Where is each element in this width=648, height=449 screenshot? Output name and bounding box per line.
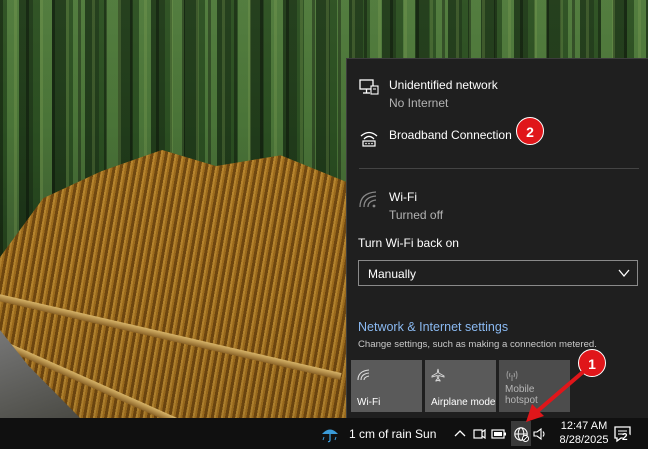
clock-time[interactable]: 12:47 AM: [560, 420, 608, 432]
tile-label: Airplane mode: [431, 397, 496, 408]
network-item-broadband[interactable]: Broadband Connection: [347, 115, 648, 161]
ethernet-monitor-icon: [359, 79, 379, 95]
chevron-down-icon: [618, 269, 630, 278]
wifi-icon: [357, 369, 370, 381]
tile-label: Mobile hotspot: [505, 384, 538, 406]
network-settings-description: Change settings, such as making a connec…: [358, 339, 597, 350]
notification-count: 2: [622, 432, 628, 443]
network-item-wifi[interactable]: Wi-Fi Turned off: [347, 177, 648, 223]
notification-center-button[interactable]: 2: [613, 424, 633, 444]
network-item-unidentified[interactable]: Unidentified network No Internet: [347, 65, 648, 111]
hotspot-icon: [506, 370, 518, 381]
wallpaper-grass: [0, 150, 360, 418]
flyout-separator: [359, 168, 639, 169]
globe-icon: [514, 427, 529, 442]
taskbar: 1 cm of rain Sun 12:47 AM 8/28/2025 2: [0, 418, 648, 449]
tile-mobile-hotspot[interactable]: Mobile hotspot: [499, 360, 570, 412]
network-status: No Internet: [389, 96, 449, 110]
volume-icon[interactable]: [532, 426, 548, 442]
network-name: Unidentified network: [389, 78, 498, 92]
airplane-icon: [431, 368, 445, 382]
dialup-icon: [360, 131, 378, 147]
network-name: Broadband Connection: [389, 128, 512, 142]
network-status: Turned off: [389, 208, 444, 222]
network-tray-button[interactable]: [511, 421, 531, 446]
annotation-badge-1: 1: [578, 349, 606, 377]
meet-now-icon[interactable]: [471, 426, 487, 442]
weather-widget[interactable]: 1 cm of rain Sun: [349, 427, 436, 441]
chevron-up-icon[interactable]: [452, 426, 468, 442]
turn-wifi-dropdown[interactable]: Manually: [358, 260, 638, 286]
turn-wifi-label: Turn Wi-Fi back on: [358, 236, 459, 250]
tile-airplane-mode[interactable]: Airplane mode: [425, 360, 496, 412]
tile-label: Wi-Fi: [357, 397, 381, 408]
network-settings-link[interactable]: Network & Internet settings: [358, 320, 508, 334]
umbrella-icon: [322, 429, 338, 443]
dropdown-value: Manually: [368, 267, 417, 281]
tile-wifi[interactable]: Wi-Fi: [351, 360, 422, 412]
network-name: Wi-Fi: [389, 190, 417, 204]
wifi-off-icon: [359, 191, 377, 208]
clock-date[interactable]: 8/28/2025: [555, 434, 613, 446]
annotation-badge-2: 2: [516, 117, 544, 145]
battery-icon[interactable]: [491, 426, 507, 442]
